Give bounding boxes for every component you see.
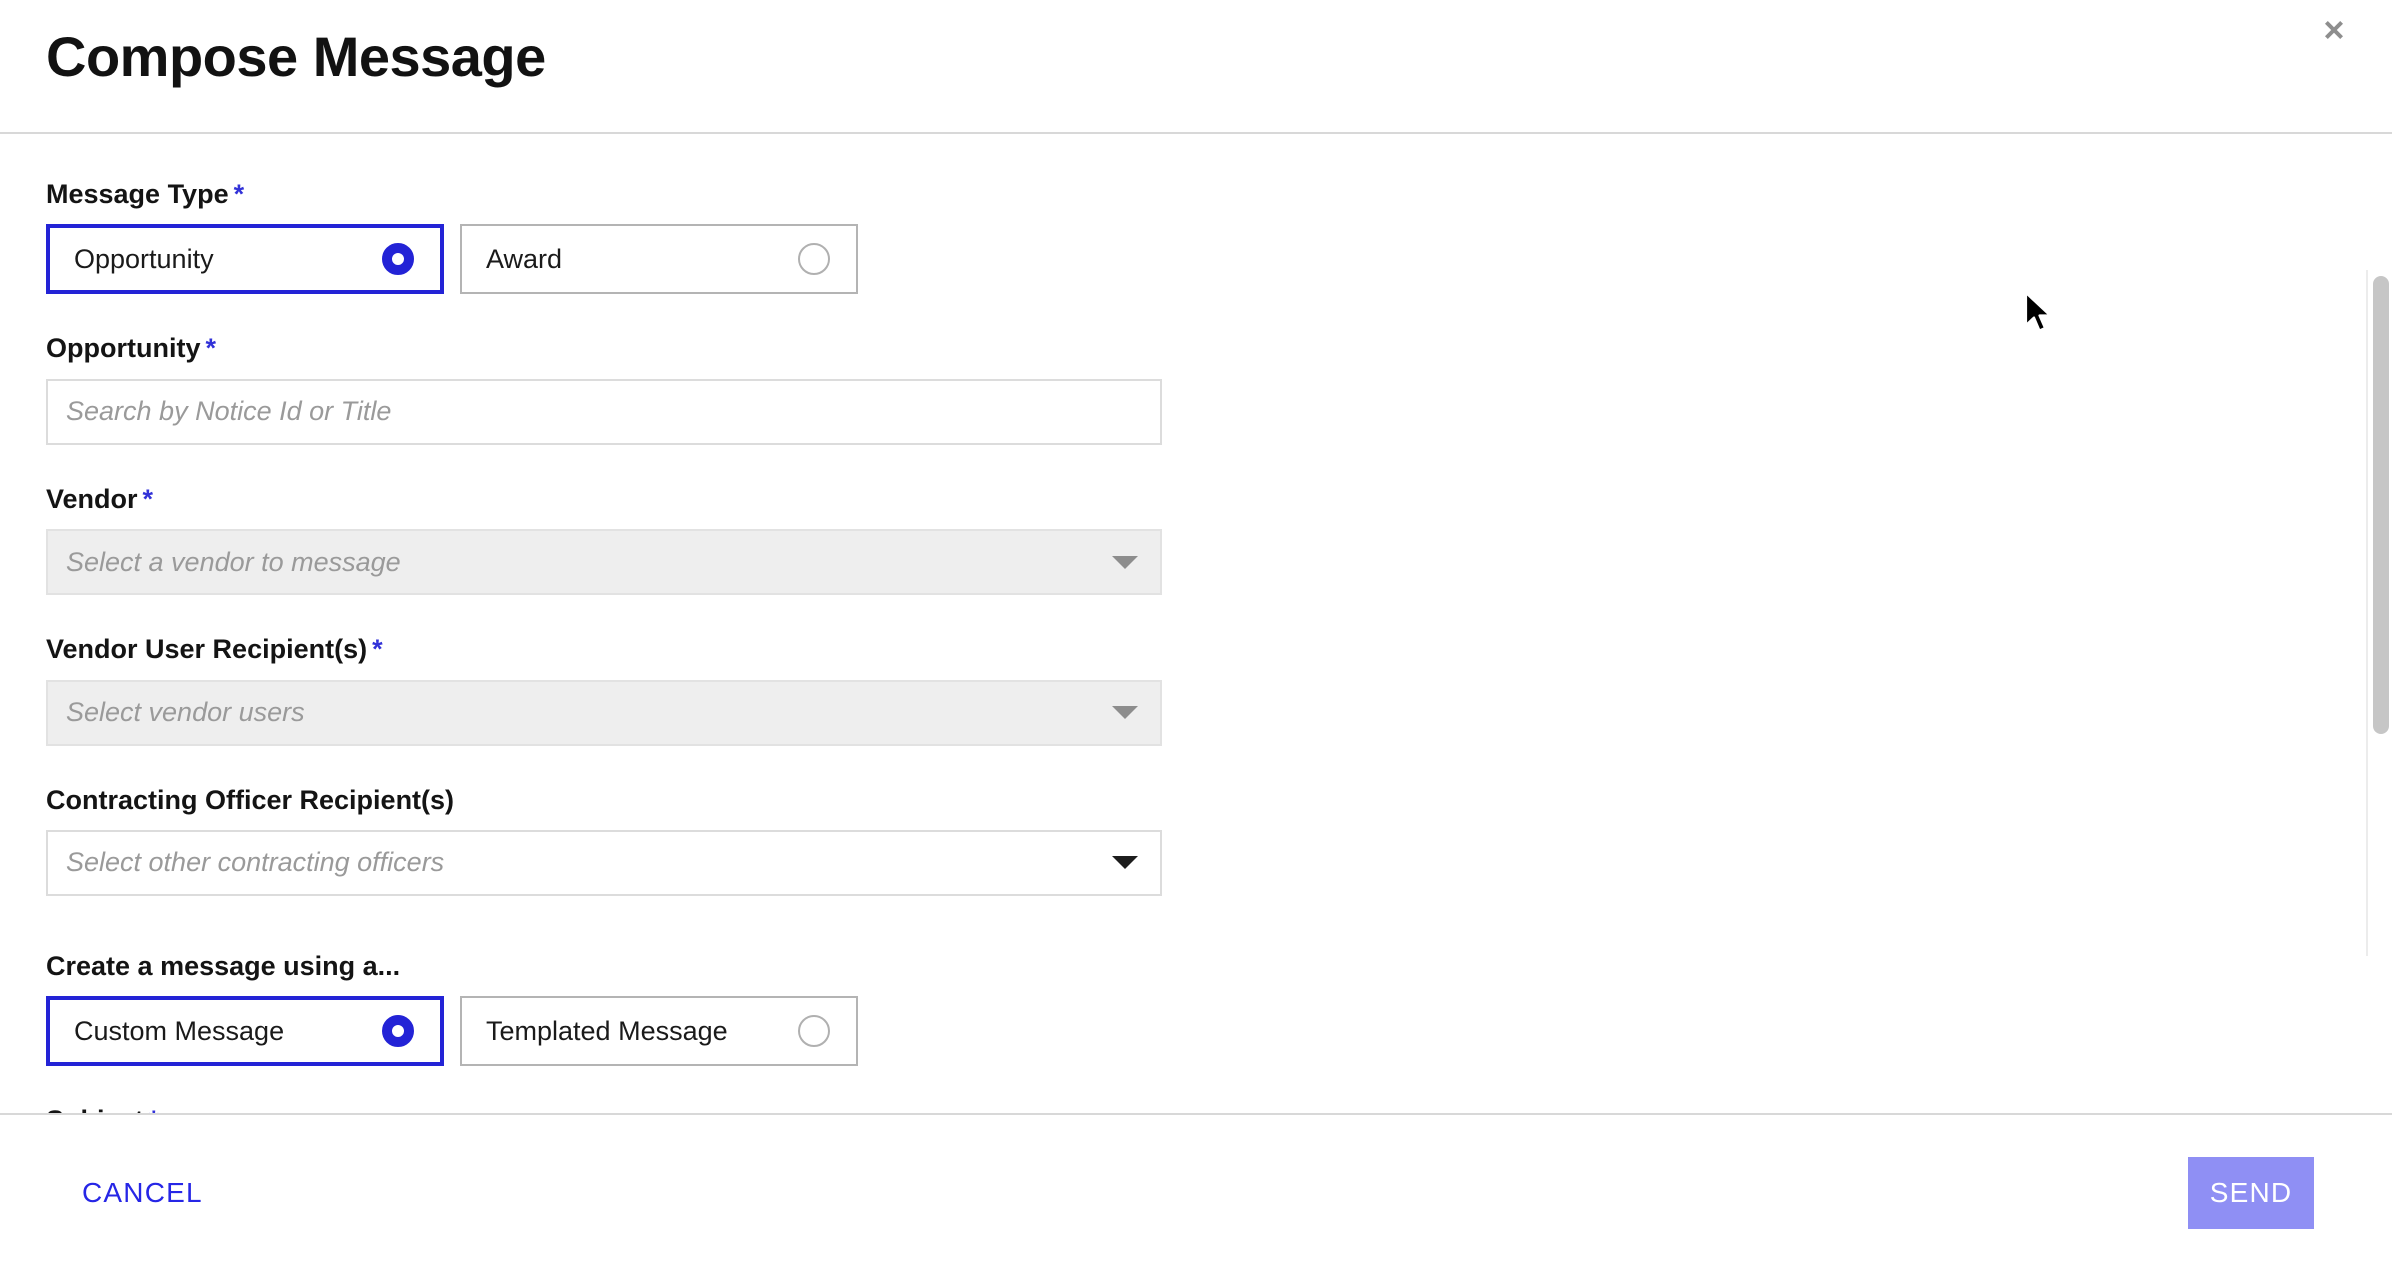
required-asterisk: * <box>149 1105 160 1113</box>
field-label-subject: Subject * <box>46 1104 2392 1113</box>
field-subject: Subject * <box>0 1104 2392 1113</box>
dialog-footer: CANCEL SEND <box>0 1113 2392 1270</box>
field-label-vendor: Vendor * <box>46 483 2392 515</box>
select-placeholder: Select other contracting officers <box>66 847 445 878</box>
radio-indicator-selected <box>382 243 414 276</box>
opportunity-search-input[interactable]: Search by Notice Id or Title <box>46 378 1162 445</box>
radio-group-message-type: Opportunity Award <box>46 224 2392 295</box>
radio-group-message-mode: Custom Message Templated Message <box>46 996 2392 1067</box>
field-vendor: Vendor * Select a vendor to message <box>0 483 2392 596</box>
field-label-contracting-officer-recipients: Contracting Officer Recipient(s) <box>46 784 2392 816</box>
radio-option-templated-message[interactable]: Templated Message <box>460 996 858 1067</box>
send-button[interactable]: SEND <box>2188 1156 2314 1229</box>
chevron-down-icon <box>1112 706 1138 720</box>
dialog-body: Message Type * Opportunity Award Opportu… <box>0 134 2392 1113</box>
contracting-officers-select[interactable]: Select other contracting officers <box>46 829 1162 896</box>
close-icon[interactable] <box>2312 8 2356 52</box>
chevron-down-icon <box>1112 555 1138 569</box>
vendor-users-select[interactable]: Select vendor users <box>46 679 1162 746</box>
label-text: Contracting Officer Recipient(s) <box>46 784 455 815</box>
cancel-button[interactable]: CANCEL <box>68 1167 217 1219</box>
label-text: Create a message using a... <box>46 950 401 981</box>
compose-message-dialog: Compose Message Message Type * Opportunit… <box>0 0 2392 1270</box>
field-vendor-user-recipients: Vendor User Recipient(s) * Select vendor … <box>0 633 2392 746</box>
field-label-message-type: Message Type * <box>46 178 2392 210</box>
required-asterisk: * <box>142 483 154 514</box>
field-message-type: Message Type * Opportunity Award <box>0 178 2392 295</box>
vertical-scrollbar[interactable] <box>2366 270 2392 956</box>
select-placeholder: Select vendor users <box>66 697 305 728</box>
radio-indicator-unselected <box>798 243 830 276</box>
radio-option-opportunity[interactable]: Opportunity <box>46 224 444 295</box>
radio-option-label: Opportunity <box>74 243 214 274</box>
radio-indicator-selected <box>382 1015 414 1048</box>
label-text: Vendor <box>46 483 138 514</box>
radio-option-award[interactable]: Award <box>460 224 858 295</box>
label-text: Message Type <box>46 179 229 209</box>
field-contracting-officer-recipients: Contracting Officer Recipient(s) Select … <box>0 784 2392 896</box>
label-text: Vendor User Recipient(s) <box>46 634 368 665</box>
chevron-down-icon <box>1112 856 1138 870</box>
field-label-message-mode: Create a message using a... <box>46 950 2392 982</box>
vendor-select[interactable]: Select a vendor to message <box>46 529 1162 596</box>
radio-option-label: Custom Message <box>74 1015 285 1046</box>
field-label-opportunity: Opportunity * <box>46 332 2392 364</box>
scrollbar-thumb[interactable] <box>2373 276 2389 734</box>
label-text: Opportunity <box>46 333 201 364</box>
label-text: Subject <box>46 1105 144 1113</box>
field-label-vendor-user-recipients: Vendor User Recipient(s) * <box>46 633 2392 665</box>
required-asterisk: * <box>372 634 383 665</box>
field-message-mode: Create a message using a... Custom Messa… <box>0 950 2392 1067</box>
input-placeholder: Search by Notice Id or Title <box>66 396 392 427</box>
dialog-header: Compose Message <box>0 0 2392 134</box>
radio-option-label: Award <box>486 243 563 274</box>
radio-option-custom-message[interactable]: Custom Message <box>46 996 444 1067</box>
page-title: Compose Message <box>46 25 546 88</box>
field-opportunity: Opportunity * Search by Notice Id or Titl… <box>0 332 2392 445</box>
select-placeholder: Select a vendor to message <box>66 546 401 577</box>
required-asterisk: * <box>205 333 216 364</box>
radio-indicator-unselected <box>798 1015 830 1048</box>
required-asterisk: * <box>233 179 245 209</box>
radio-option-label: Templated Message <box>486 1015 728 1046</box>
